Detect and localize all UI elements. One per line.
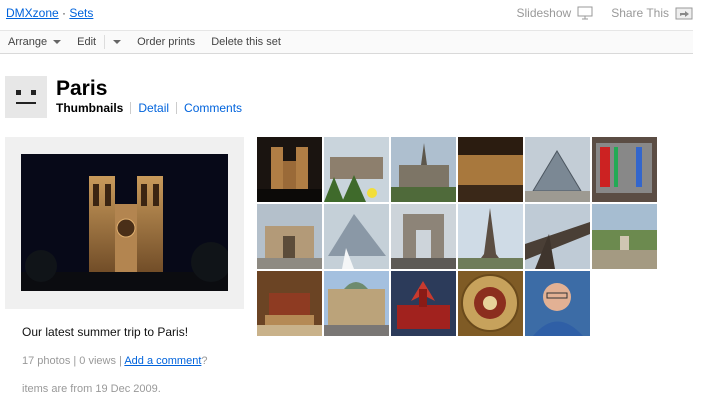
share-label: Share This — [611, 6, 669, 20]
date-note: items are from 19 Dec 2009. — [22, 383, 161, 395]
delete-set-button[interactable]: Delete this set — [203, 31, 289, 53]
share-icon — [675, 7, 693, 20]
breadcrumb-sets-link[interactable]: Sets — [69, 6, 93, 20]
photo-thumbnail[interactable] — [391, 204, 456, 269]
slideshow-label: Slideshow — [516, 6, 572, 20]
tab-divider — [176, 102, 178, 114]
set-toolbar: Arrange Edit Order prints Delete this se… — [0, 30, 693, 54]
breadcrumb-separator: · — [58, 6, 70, 20]
photo-thumbnail[interactable] — [324, 271, 389, 336]
tab-thumbnails[interactable]: Thumbnails — [56, 101, 123, 115]
photo-thumbnail[interactable] — [592, 204, 657, 269]
photo-thumbnail[interactable] — [458, 271, 523, 336]
delete-set-label: Delete this set — [211, 36, 281, 48]
photo-thumbnail[interactable] — [458, 204, 523, 269]
chevron-down-icon — [113, 40, 122, 44]
add-comment-link[interactable]: Add a comment — [124, 355, 201, 367]
photo-thumbnail[interactable] — [592, 137, 657, 202]
photo-thumbnail[interactable] — [525, 271, 590, 336]
tab-divider — [130, 102, 132, 114]
top-actions: Slideshow Share This — [516, 6, 693, 20]
stats-text: 17 photos | 0 views | — [22, 355, 125, 367]
photo-thumbnail[interactable] — [525, 137, 590, 202]
photo-thumbnail[interactable] — [324, 204, 389, 269]
stats-suffix: ? — [201, 355, 208, 367]
share-button[interactable]: Share This — [611, 6, 693, 20]
featured-panel — [5, 137, 244, 309]
photo-thumbnail[interactable] — [324, 137, 389, 202]
order-prints-label: Order prints — [137, 36, 196, 48]
thumbnail-grid — [257, 137, 661, 336]
tab-comments[interactable]: Comments — [184, 101, 242, 115]
photo-thumbnail[interactable] — [257, 204, 322, 269]
edit-menu-toggle[interactable] — [105, 31, 129, 53]
photo-thumbnail[interactable] — [257, 137, 322, 202]
photo-thumbnail[interactable] — [525, 204, 590, 269]
order-prints-button[interactable]: Order prints — [129, 31, 203, 53]
arrange-label: Arrange — [8, 36, 48, 48]
chevron-down-icon — [53, 40, 62, 44]
photo-thumbnail[interactable] — [257, 271, 322, 336]
slideshow-icon — [577, 6, 593, 20]
photo-thumbnail[interactable] — [391, 271, 456, 336]
arrange-menu[interactable]: Arrange — [0, 31, 69, 53]
set-description: Our latest summer trip to Paris! — [22, 325, 189, 339]
photo-thumbnail[interactable] — [391, 137, 456, 202]
slideshow-button[interactable]: Slideshow — [516, 6, 593, 20]
photo-thumbnail[interactable] — [458, 137, 523, 202]
set-stats: 17 photos | 0 views | Add a comment? — [22, 355, 208, 367]
avatar[interactable] — [5, 76, 47, 118]
edit-button[interactable]: Edit — [69, 31, 104, 53]
breadcrumb: DMXzone · Sets — [6, 6, 93, 20]
view-tabs: Thumbnails Detail Comments — [56, 101, 242, 115]
featured-photo[interactable] — [21, 154, 228, 291]
tab-detail[interactable]: Detail — [138, 101, 169, 115]
edit-label: Edit — [77, 36, 97, 48]
page-title: Paris — [56, 77, 108, 100]
breadcrumb-owner-link[interactable]: DMXzone — [6, 6, 59, 20]
